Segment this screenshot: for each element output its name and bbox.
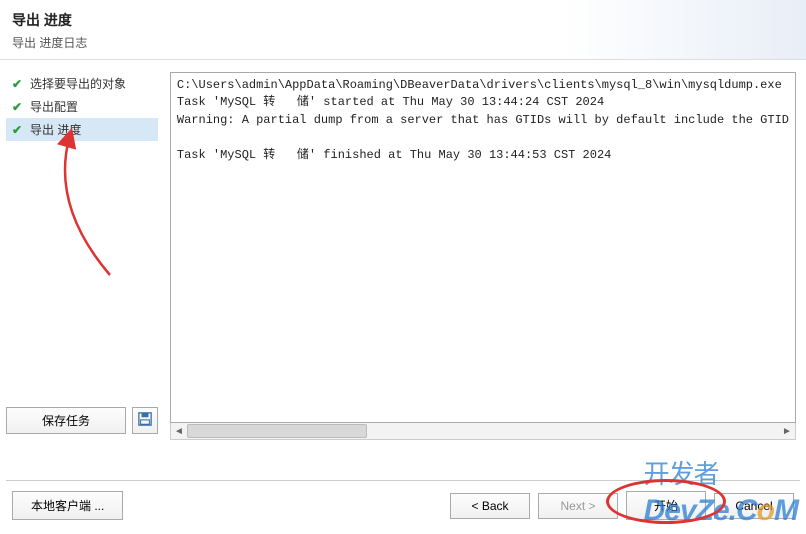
log-line: Task 'MySQL 转 储' started at Thu May 30 1… <box>177 95 604 109</box>
scrollbar-thumb[interactable] <box>187 424 367 438</box>
step-export-config[interactable]: ✔ 导出配置 <box>6 95 158 118</box>
step-label: 导出配置 <box>30 98 78 115</box>
page-title: 导出 进度 <box>12 10 794 30</box>
scroll-right-icon[interactable]: ► <box>779 423 795 439</box>
scroll-left-icon[interactable]: ◄ <box>171 423 187 439</box>
start-button[interactable]: 开始 <box>626 491 706 520</box>
main-panel: C:\Users\admin\AppData\Roaming\DBeaverDa… <box>164 68 806 440</box>
log-line: C:\Users\admin\AppData\Roaming\DBeaverDa… <box>177 78 782 92</box>
button-bar: 本地客户端 ... < Back Next > 开始 Cancel <box>0 491 806 520</box>
cancel-button[interactable]: Cancel <box>714 493 794 519</box>
check-icon: ✔ <box>12 77 26 91</box>
wizard-sidebar: ✔ 选择要导出的对象 ✔ 导出配置 ✔ 导出 进度 保存任务 <box>0 68 164 440</box>
check-icon: ✔ <box>12 123 26 137</box>
dialog-header: 导出 进度 导出 进度日志 <box>0 0 806 60</box>
save-task-icon-button[interactable] <box>132 407 158 434</box>
step-select-objects[interactable]: ✔ 选择要导出的对象 <box>6 72 158 95</box>
sidebar-bottom-bar: 保存任务 <box>6 407 158 436</box>
content-area: ✔ 选择要导出的对象 ✔ 导出配置 ✔ 导出 进度 保存任务 C:\Users\… <box>0 60 806 440</box>
next-button: Next > <box>538 493 618 519</box>
page-subtitle: 导出 进度日志 <box>12 34 794 51</box>
back-button[interactable]: < Back <box>450 493 530 519</box>
local-client-button[interactable]: 本地客户端 ... <box>12 491 123 520</box>
save-disk-icon <box>138 412 152 429</box>
step-label: 选择要导出的对象 <box>30 75 126 92</box>
step-label: 导出 进度 <box>30 121 81 138</box>
log-line: Warning: A partial dump from a server th… <box>177 113 789 127</box>
log-line: Task 'MySQL 转 储' finished at Thu May 30 … <box>177 148 611 162</box>
step-export-progress[interactable]: ✔ 导出 进度 <box>6 118 158 141</box>
horizontal-scrollbar[interactable]: ◄ ► <box>170 423 796 440</box>
check-icon: ✔ <box>12 100 26 114</box>
divider <box>6 480 800 481</box>
save-task-button[interactable]: 保存任务 <box>6 407 126 434</box>
step-list: ✔ 选择要导出的对象 ✔ 导出配置 ✔ 导出 进度 <box>6 72 158 141</box>
log-output[interactable]: C:\Users\admin\AppData\Roaming\DBeaverDa… <box>170 72 796 423</box>
watermark-cn: 开发者 <box>644 459 719 489</box>
